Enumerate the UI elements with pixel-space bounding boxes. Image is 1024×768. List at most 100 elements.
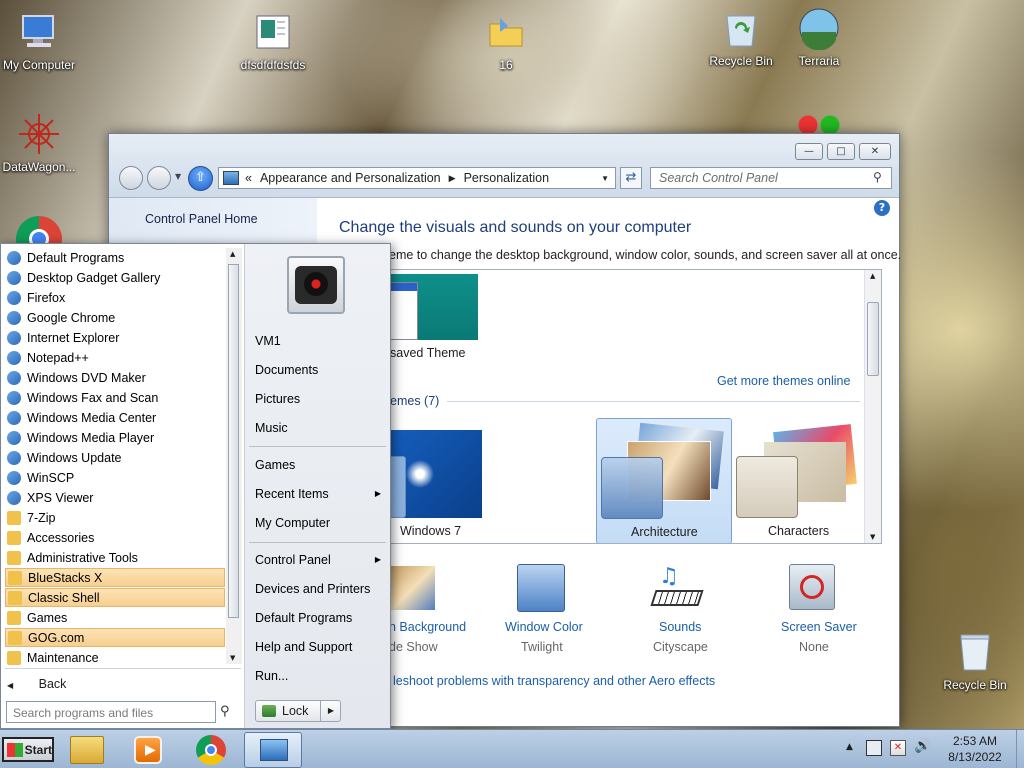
refresh-button[interactable]: ⇄ <box>620 167 642 189</box>
scroll-down-arrow-icon[interactable]: ▼ <box>230 654 235 662</box>
program-item[interactable]: Accessories <box>5 528 225 547</box>
network-icon[interactable] <box>866 740 882 756</box>
up-button[interactable]: ⇧ <box>188 166 213 191</box>
saved-theme-thumbnail[interactable] <box>380 274 478 340</box>
start-right-item[interactable]: Default Programs <box>255 611 381 625</box>
program-item[interactable]: Default Programs <box>5 248 225 267</box>
breadcrumb-overflow[interactable]: « <box>245 171 252 185</box>
setting-window-color[interactable]: Window Color Twilight <box>491 564 621 654</box>
maximize-button[interactable]: □ <box>827 143 855 160</box>
program-item[interactable]: Maintenance <box>5 648 225 667</box>
lock-options-arrow-icon[interactable]: ▶ <box>320 701 341 721</box>
program-item[interactable]: WinSCP <box>5 468 225 487</box>
get-more-themes-link[interactable]: Get more themes online <box>717 374 850 388</box>
characters-swatch <box>736 456 798 518</box>
theme-list: saved Theme Get more themes online emes … <box>369 269 882 544</box>
control-panel-home-link[interactable]: Control Panel Home <box>145 212 258 226</box>
desktop-icon-folder-16[interactable]: 16 <box>463 10 549 72</box>
start-right-item[interactable]: Music <box>255 421 381 435</box>
start-right-item[interactable]: Pictures <box>255 392 381 406</box>
start-button[interactable]: Start <box>2 737 54 762</box>
theme-architecture-selected[interactable]: Architecture <box>596 418 732 543</box>
recent-pages-dropdown[interactable]: ▼ <box>175 172 181 181</box>
start-right-item[interactable]: Documents <box>255 363 381 377</box>
desktop-icon-my-computer[interactable]: My Computer <box>0 10 82 72</box>
help-icon[interactable]: ? <box>874 200 890 216</box>
taskbar-media-player-icon[interactable]: ▶ <box>134 736 162 764</box>
start-right-item[interactable]: Help and Support <box>255 640 381 654</box>
submenu-arrow-icon: ▶ <box>374 555 381 564</box>
scroll-up-arrow-icon[interactable]: ▲ <box>870 272 875 280</box>
action-center-icon[interactable]: ✕ <box>890 740 906 756</box>
breadcrumb-root[interactable]: Appearance and Personalization <box>260 171 441 185</box>
program-item[interactable]: Classic Shell <box>5 588 225 607</box>
program-item[interactable]: BlueStacks X <box>5 568 225 587</box>
setting-title[interactable]: Screen Saver <box>781 620 857 634</box>
scroll-thumb[interactable] <box>867 302 879 376</box>
program-item[interactable]: Windows Update <box>5 448 225 467</box>
show-desktop-button[interactable] <box>1016 730 1024 768</box>
program-item[interactable]: GOG.com <box>5 628 225 647</box>
search-icon[interactable]: ⚲ <box>220 704 230 719</box>
desktop-icon-terraria[interactable]: Terraria <box>776 6 862 68</box>
search-programs-input[interactable]: Search programs and files <box>6 701 216 723</box>
theme-characters[interactable]: Characters <box>734 418 870 542</box>
program-item[interactable]: Windows Media Player <box>5 428 225 447</box>
start-right-item[interactable]: Games <box>255 458 381 472</box>
back-item[interactable]: ◀ Back <box>7 677 66 691</box>
volume-icon[interactable]: 🔊 <box>914 738 931 754</box>
start-right-item[interactable]: Run... <box>255 669 381 683</box>
desktop-icon-recycle-bin-2[interactable]: Recycle Bin <box>932 630 1018 692</box>
taskbar-chrome-icon[interactable] <box>196 735 226 765</box>
taskbar-explorer-icon[interactable] <box>70 736 104 764</box>
back-button[interactable] <box>119 166 143 190</box>
user-picture[interactable] <box>287 256 345 314</box>
start-logo-icon <box>7 742 23 757</box>
program-item[interactable]: Games <box>5 608 225 627</box>
program-item[interactable]: Notepad++ <box>5 348 225 367</box>
start-right-item[interactable]: Devices and Printers <box>255 582 381 596</box>
address-bar[interactable]: « Appearance and Personalization ▶ Perso… <box>218 167 616 189</box>
program-item[interactable]: Windows DVD Maker <box>5 368 225 387</box>
setting-screen-saver[interactable]: Screen Saver None <box>769 564 869 654</box>
setting-sounds[interactable]: ♫ Sounds Cityscape <box>629 564 729 654</box>
program-item[interactable]: Administrative Tools <box>5 548 225 567</box>
search-control-panel-input[interactable]: Search Control Panel <box>650 167 892 189</box>
minimize-button[interactable]: — <box>795 143 823 160</box>
program-item[interactable]: XPS Viewer <box>5 488 225 507</box>
lock-button[interactable]: Lock ▶ <box>255 700 341 722</box>
forward-button[interactable] <box>147 166 171 190</box>
program-item[interactable]: Firefox <box>5 288 225 307</box>
program-item[interactable]: Internet Explorer <box>5 328 225 347</box>
search-icon[interactable]: ⚲ <box>873 170 882 184</box>
setting-title[interactable]: Window Color <box>505 620 583 634</box>
desktop-icon-document[interactable]: dfsdfdfdsfds <box>230 10 316 72</box>
programs-scrollbar[interactable]: ▲ ▼ <box>226 248 242 664</box>
program-item[interactable]: Windows Media Center <box>5 408 225 427</box>
program-item[interactable]: 7-Zip <box>5 508 225 527</box>
program-item[interactable]: Windows Fax and Scan <box>5 388 225 407</box>
theme-windows7[interactable]: Windows 7 <box>376 418 482 542</box>
start-right-item[interactable]: Recent Items ▶ <box>255 487 381 501</box>
scroll-up-arrow-icon[interactable]: ▲ <box>230 250 235 258</box>
address-dropdown-icon[interactable]: ▼ <box>601 174 609 183</box>
troubleshoot-link[interactable]: leshoot problems with transparency and o… <box>393 674 715 688</box>
desktop-icon-recycle-bin[interactable]: Recycle Bin <box>698 6 784 68</box>
scroll-down-arrow-icon[interactable]: ▼ <box>870 533 875 541</box>
theme-list-scrollbar[interactable]: ▲ ▼ <box>864 270 881 543</box>
setting-title[interactable]: Sounds <box>659 620 701 634</box>
desktop-icon-datawagon[interactable]: DataWagon... <box>0 112 82 174</box>
program-item[interactable]: Google Chrome <box>5 308 225 327</box>
start-right-item[interactable]: Control Panel ▶ <box>255 553 381 567</box>
start-right-item[interactable]: VM1 <box>255 334 381 348</box>
start-right-item[interactable]: My Computer <box>255 516 381 530</box>
show-hidden-icons-icon[interactable]: ▲ <box>846 742 853 752</box>
scroll-thumb[interactable] <box>228 264 239 618</box>
taskbar-control-panel-button[interactable] <box>244 732 302 768</box>
close-button[interactable]: ✕ <box>859 143 891 160</box>
setting-title[interactable]: n Background <box>389 620 466 634</box>
clock[interactable]: 2:53 AM 8/13/2022 <box>940 733 1010 765</box>
program-item[interactable]: Desktop Gadget Gallery <box>5 268 225 287</box>
breadcrumb-current[interactable]: Personalization <box>464 171 549 185</box>
window-color-icon <box>517 564 565 612</box>
